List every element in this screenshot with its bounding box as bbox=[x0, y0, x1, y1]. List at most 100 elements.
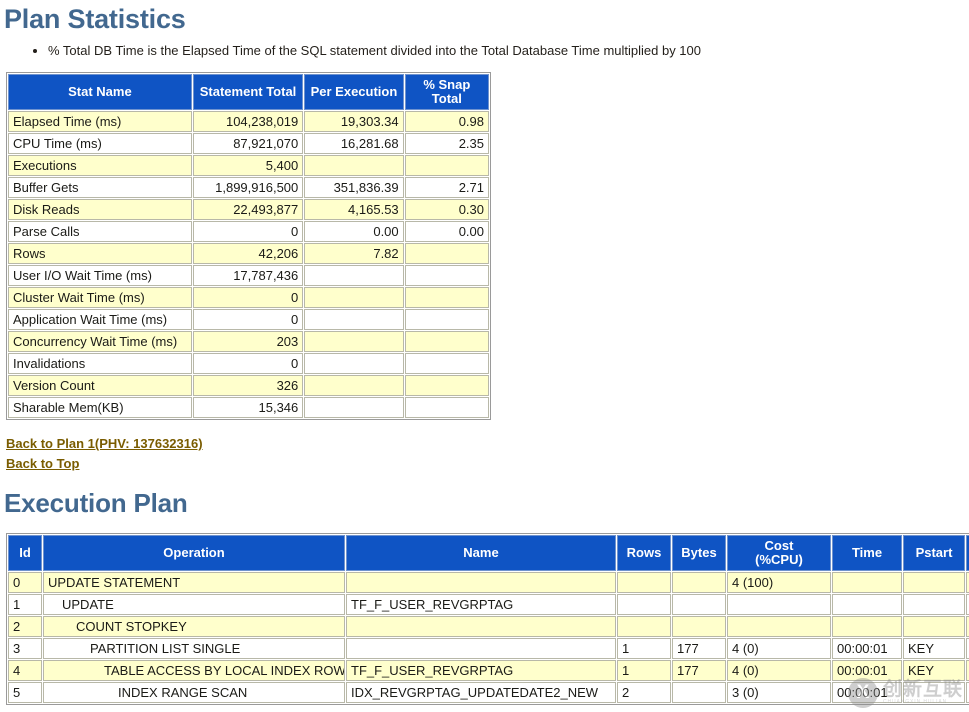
plan-bytes-cell bbox=[672, 572, 726, 593]
stat-value-cell bbox=[304, 353, 404, 374]
table-header-row: Id Operation Name Rows Bytes Cost (%CPU) … bbox=[8, 535, 969, 571]
plan-operation-cell: PARTITION LIST SINGLE bbox=[43, 638, 345, 659]
stat-value-cell: 2.71 bbox=[404, 177, 489, 198]
plan-id-cell: 5 bbox=[8, 682, 42, 703]
stat-value-cell: 351,836.39 bbox=[304, 177, 404, 198]
column-header-statement-total: Statement Total bbox=[192, 74, 304, 110]
stat-value-cell: 1,899,916,500 bbox=[192, 177, 304, 198]
execution-plan-table: Id Operation Name Rows Bytes Cost (%CPU) … bbox=[6, 533, 969, 705]
plan-pstart-cell bbox=[903, 682, 965, 703]
column-header-name: Name bbox=[346, 535, 616, 571]
stat-value-cell bbox=[304, 155, 404, 176]
plan-id-cell: 3 bbox=[8, 638, 42, 659]
execution-plan-title: Execution Plan bbox=[4, 488, 188, 518]
plan-id-cell: 1 bbox=[8, 594, 42, 615]
column-header-operation: Operation bbox=[43, 535, 345, 571]
column-header-per-execution: Per Execution bbox=[304, 74, 404, 110]
back-to-top-link[interactable]: Back to Top bbox=[6, 454, 969, 474]
plan-name-cell bbox=[346, 572, 616, 593]
stat-value-cell: 17,787,436 bbox=[192, 265, 304, 286]
stat-name-cell: Version Count bbox=[8, 375, 192, 396]
table-row: 5 INDEX RANGE SCAN IDX_REVGRPTAG_UPDATEDAT… bbox=[8, 682, 969, 703]
plan-rows-cell: 1 bbox=[617, 660, 671, 681]
plan-cost-cell: 4 (100) bbox=[727, 572, 831, 593]
plan-rows-cell bbox=[617, 594, 671, 615]
plan-cost-cell: 4 (0) bbox=[727, 660, 831, 681]
table-row: Buffer Gets 1,899,916,500 351,836.39 2.71 bbox=[8, 177, 489, 198]
stat-value-cell: 326 bbox=[192, 375, 304, 396]
plan-id-cell: 2 bbox=[8, 616, 42, 637]
execution-plan-body: 0 UPDATE STATEMENT 4 (100) 1 UPDATE TF_F_USER… bbox=[8, 572, 969, 703]
stat-value-cell: 15,346 bbox=[192, 397, 304, 418]
plan-operation-cell: INDEX RANGE SCAN bbox=[43, 682, 345, 703]
stat-value-cell: 22,493,877 bbox=[192, 199, 304, 220]
plan-bytes-cell: 177 bbox=[672, 660, 726, 681]
stat-value-cell: 0.00 bbox=[304, 221, 404, 242]
page-title: Plan Statistics bbox=[4, 4, 186, 34]
plan-time-cell bbox=[832, 616, 902, 637]
table-row: Cluster Wait Time (ms) 0 bbox=[8, 287, 489, 308]
table-row: Invalidations 0 bbox=[8, 353, 489, 374]
back-to-plan-link[interactable]: Back to Plan 1(PHV: 137632316) bbox=[6, 434, 969, 454]
stat-value-cell bbox=[404, 243, 489, 264]
plan-pstart-cell bbox=[903, 594, 965, 615]
plan-time-cell bbox=[832, 572, 902, 593]
stat-value-cell bbox=[404, 265, 489, 286]
stat-value-cell bbox=[304, 265, 404, 286]
plan-time-cell: 00:00:01 bbox=[832, 682, 902, 703]
stat-value-cell: 0.30 bbox=[404, 199, 489, 220]
navigation-links: Back to Plan 1(PHV: 137632316) Back to T… bbox=[0, 420, 969, 474]
plan-rows-cell: 1 bbox=[617, 638, 671, 659]
stat-name-cell: Disk Reads bbox=[8, 199, 192, 220]
stat-value-cell: 7.82 bbox=[304, 243, 404, 264]
stat-value-cell: 0 bbox=[192, 287, 304, 308]
plan-time-cell: 00:00:01 bbox=[832, 660, 902, 681]
stat-value-cell: 2.35 bbox=[404, 133, 489, 154]
stat-value-cell bbox=[404, 353, 489, 374]
table-row: Elapsed Time (ms) 104,238,019 19,303.34 0.9… bbox=[8, 111, 489, 132]
plan-cost-cell: 3 (0) bbox=[727, 682, 831, 703]
stat-name-cell: Cluster Wait Time (ms) bbox=[8, 287, 192, 308]
table-row: 4 TABLE ACCESS BY LOCAL INDEX ROWID TF_F_U… bbox=[8, 660, 969, 681]
cost-line-1: Cost bbox=[764, 538, 794, 553]
plan-rows-cell: 2 bbox=[617, 682, 671, 703]
table-row: CPU Time (ms) 87,921,070 16,281.68 2.35 bbox=[8, 133, 489, 154]
stat-value-cell bbox=[304, 375, 404, 396]
table-row: Rows 42,206 7.82 bbox=[8, 243, 489, 264]
plan-time-cell: 00:00:01 bbox=[832, 638, 902, 659]
plan-name-cell: IDX_REVGRPTAG_UPDATEDATE2_NEW bbox=[346, 682, 616, 703]
plan-pstart-cell: KEY bbox=[903, 660, 965, 681]
plan-rows-cell bbox=[617, 616, 671, 637]
table-row: Disk Reads 22,493,877 4,165.53 0.30 bbox=[8, 199, 489, 220]
stat-value-cell bbox=[304, 331, 404, 352]
plan-pstart-cell bbox=[903, 572, 965, 593]
stat-value-cell bbox=[304, 287, 404, 308]
table-row: Application Wait Time (ms) 0 bbox=[8, 309, 489, 330]
plan-cost-cell: 4 (0) bbox=[727, 638, 831, 659]
table-row: Version Count 326 bbox=[8, 375, 489, 396]
stat-value-cell bbox=[404, 287, 489, 308]
stat-value-cell: 0 bbox=[192, 353, 304, 374]
note-item: % Total DB Time is the Elapsed Time of t… bbox=[48, 43, 969, 59]
table-row: User I/O Wait Time (ms) 17,787,436 bbox=[8, 265, 489, 286]
plan-bytes-cell: 177 bbox=[672, 638, 726, 659]
stat-name-cell: Executions bbox=[8, 155, 192, 176]
column-header-pstart: Pstart bbox=[903, 535, 965, 571]
table-row: 1 UPDATE TF_F_USER_REVGRPTAG bbox=[8, 594, 969, 615]
plan-time-cell bbox=[832, 594, 902, 615]
plan-rows-cell bbox=[617, 572, 671, 593]
stat-name-cell: Rows bbox=[8, 243, 192, 264]
table-header-row: Stat Name Statement Total Per Execution … bbox=[8, 74, 489, 110]
plan-operation-cell: TABLE ACCESS BY LOCAL INDEX ROWID bbox=[43, 660, 345, 681]
stat-value-cell: 0.98 bbox=[404, 111, 489, 132]
stat-name-cell: Sharable Mem(KB) bbox=[8, 397, 192, 418]
stat-name-cell: Parse Calls bbox=[8, 221, 192, 242]
notes-list: % Total DB Time is the Elapsed Time of t… bbox=[0, 43, 969, 59]
stat-value-cell: 5,400 bbox=[192, 155, 304, 176]
stat-name-cell: User I/O Wait Time (ms) bbox=[8, 265, 192, 286]
stat-value-cell bbox=[404, 155, 489, 176]
stat-value-cell bbox=[404, 397, 489, 418]
table-row: Sharable Mem(KB) 15,346 bbox=[8, 397, 489, 418]
stat-value-cell: 104,238,019 bbox=[192, 111, 304, 132]
execution-plan-section: Id Operation Name Rows Bytes Cost (%CPU) … bbox=[0, 519, 969, 705]
